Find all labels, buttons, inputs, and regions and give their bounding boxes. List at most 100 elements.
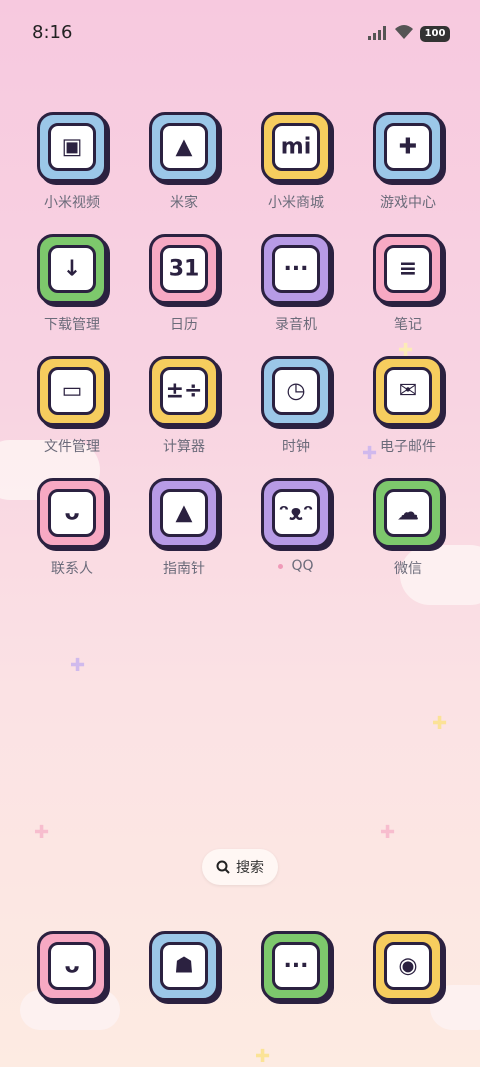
app-label-text: 电子邮件	[380, 439, 436, 455]
app-xiaomi-video[interactable]: ▣ 小米视频	[16, 112, 128, 212]
status-time: 8:16	[32, 22, 73, 43]
app-qq[interactable]: ᵔᴥᵔ QQ	[240, 478, 352, 574]
app-label-text: 计算器	[163, 439, 205, 455]
icon-glyph: ✉	[398, 378, 418, 404]
icon-glyph: mi	[280, 134, 312, 160]
icon-face: ☗	[160, 942, 208, 990]
app-calendar[interactable]: 31 日历	[128, 234, 240, 334]
app-clock[interactable]: ◷ 时钟	[240, 356, 352, 456]
icon-face: ᴗ	[48, 489, 96, 537]
app-label: QQ	[240, 558, 352, 574]
app-label: 日历	[128, 314, 240, 334]
dock-messages-icon: ☗	[149, 931, 219, 1001]
app-xiaomi-mall-icon: mi	[261, 112, 331, 182]
icon-face: ···	[272, 245, 320, 293]
search-label: 搜索	[236, 860, 264, 876]
app-label: 下载管理	[16, 314, 128, 334]
app-label: 电子邮件	[352, 436, 464, 456]
icon-face: ±÷	[160, 367, 208, 415]
dock-phone[interactable]: ᴗ	[16, 931, 128, 1001]
dock-camera-icon: ◉	[373, 931, 443, 1001]
new-badge-dot	[278, 563, 284, 569]
icon-face: ✚	[384, 123, 432, 171]
icon-face: ✉	[384, 367, 432, 415]
app-label-text: 录音机	[275, 317, 317, 333]
app-email[interactable]: ✉ 电子邮件	[352, 356, 464, 456]
search-button[interactable]: 搜索	[202, 849, 278, 885]
icon-face: ···	[272, 942, 320, 990]
app-contacts[interactable]: ᴗ 联系人	[16, 478, 128, 578]
icon-face: ↓	[48, 245, 96, 293]
icon-face: ▭	[48, 367, 96, 415]
icon-glyph: ᵔᴥᵔ	[278, 501, 314, 526]
app-compass[interactable]: ▲ 指南针	[128, 478, 240, 578]
icon-face: ≡	[384, 245, 432, 293]
app-label: 小米视频	[16, 192, 128, 212]
app-notes-icon: ≡	[373, 234, 443, 304]
icon-face: ◷	[272, 367, 320, 415]
app-xiaomi-video-icon: ▣	[37, 112, 107, 182]
dock-phone-icon: ᴗ	[37, 931, 107, 1001]
app-file-manager[interactable]: ▭ 文件管理	[16, 356, 128, 456]
app-downloads-icon: ↓	[37, 234, 107, 304]
app-label-text: 小米视频	[44, 195, 100, 211]
wifi-icon	[395, 25, 413, 39]
icon-glyph: ☁	[397, 500, 419, 526]
app-label-text: 文件管理	[44, 439, 100, 455]
app-file-manager-icon: ▭	[37, 356, 107, 426]
app-clock-icon: ◷	[261, 356, 331, 426]
icon-glyph: 31	[168, 256, 200, 282]
app-wechat-icon: ☁	[373, 478, 443, 548]
app-label-text: 小米商城	[268, 195, 324, 211]
app-mijia[interactable]: ▲ 米家	[128, 112, 240, 212]
icon-glyph: ↓	[62, 256, 82, 282]
icon-glyph: ···	[283, 256, 309, 282]
app-label: 米家	[128, 192, 240, 212]
app-label-text: QQ	[291, 558, 314, 574]
app-label: 录音机	[240, 314, 352, 334]
app-label-text: 指南针	[163, 561, 205, 577]
icon-face: ☁	[384, 489, 432, 537]
sparkle-icon: ✚	[255, 1046, 271, 1067]
app-wechat[interactable]: ☁ 微信	[352, 478, 464, 578]
sparkle-icon: ✚	[70, 655, 86, 676]
dock-chat-icon: ···	[261, 931, 331, 1001]
icon-face: ▲	[160, 123, 208, 171]
search-icon	[216, 860, 230, 874]
app-label-text: 下载管理	[44, 317, 100, 333]
icon-glyph: ···	[283, 953, 309, 979]
app-downloads[interactable]: ↓ 下载管理	[16, 234, 128, 334]
app-game-center[interactable]: ✚ 游戏中心	[352, 112, 464, 212]
app-label-text: 联系人	[51, 561, 93, 577]
icon-face: ▲	[160, 489, 208, 537]
app-calculator-icon: ±÷	[149, 356, 219, 426]
app-compass-icon: ▲	[149, 478, 219, 548]
app-contacts-icon: ᴗ	[37, 478, 107, 548]
app-label: 计算器	[128, 436, 240, 456]
dock-messages[interactable]: ☗	[128, 931, 240, 1001]
app-label: 笔记	[352, 314, 464, 334]
app-notes[interactable]: ≡ 笔记	[352, 234, 464, 334]
icon-glyph: ▲	[175, 134, 193, 160]
battery-icon: 100	[420, 26, 450, 42]
app-recorder[interactable]: ··· 录音机	[240, 234, 352, 334]
app-label: 游戏中心	[352, 192, 464, 212]
app-calculator[interactable]: ±÷ 计算器	[128, 356, 240, 456]
icon-glyph: ᴗ	[64, 953, 80, 979]
app-calendar-icon: 31	[149, 234, 219, 304]
icon-glyph: ◷	[286, 378, 306, 404]
icon-glyph: ᴗ	[64, 500, 80, 526]
icon-face: ▣	[48, 123, 96, 171]
app-xiaomi-mall[interactable]: mi 小米商城	[240, 112, 352, 212]
icon-glyph: ◉	[398, 953, 418, 979]
app-label-text: 微信	[394, 561, 422, 577]
icon-face: mi	[272, 123, 320, 171]
dock-chat[interactable]: ···	[240, 931, 352, 1001]
icon-glyph: ±÷	[165, 378, 203, 404]
icon-glyph: ≡	[398, 256, 418, 282]
app-game-center-icon: ✚	[373, 112, 443, 182]
dock-camera[interactable]: ◉	[352, 931, 464, 1001]
app-qq-icon: ᵔᴥᵔ	[261, 478, 331, 548]
app-recorder-icon: ···	[261, 234, 331, 304]
app-label: 小米商城	[240, 192, 352, 212]
